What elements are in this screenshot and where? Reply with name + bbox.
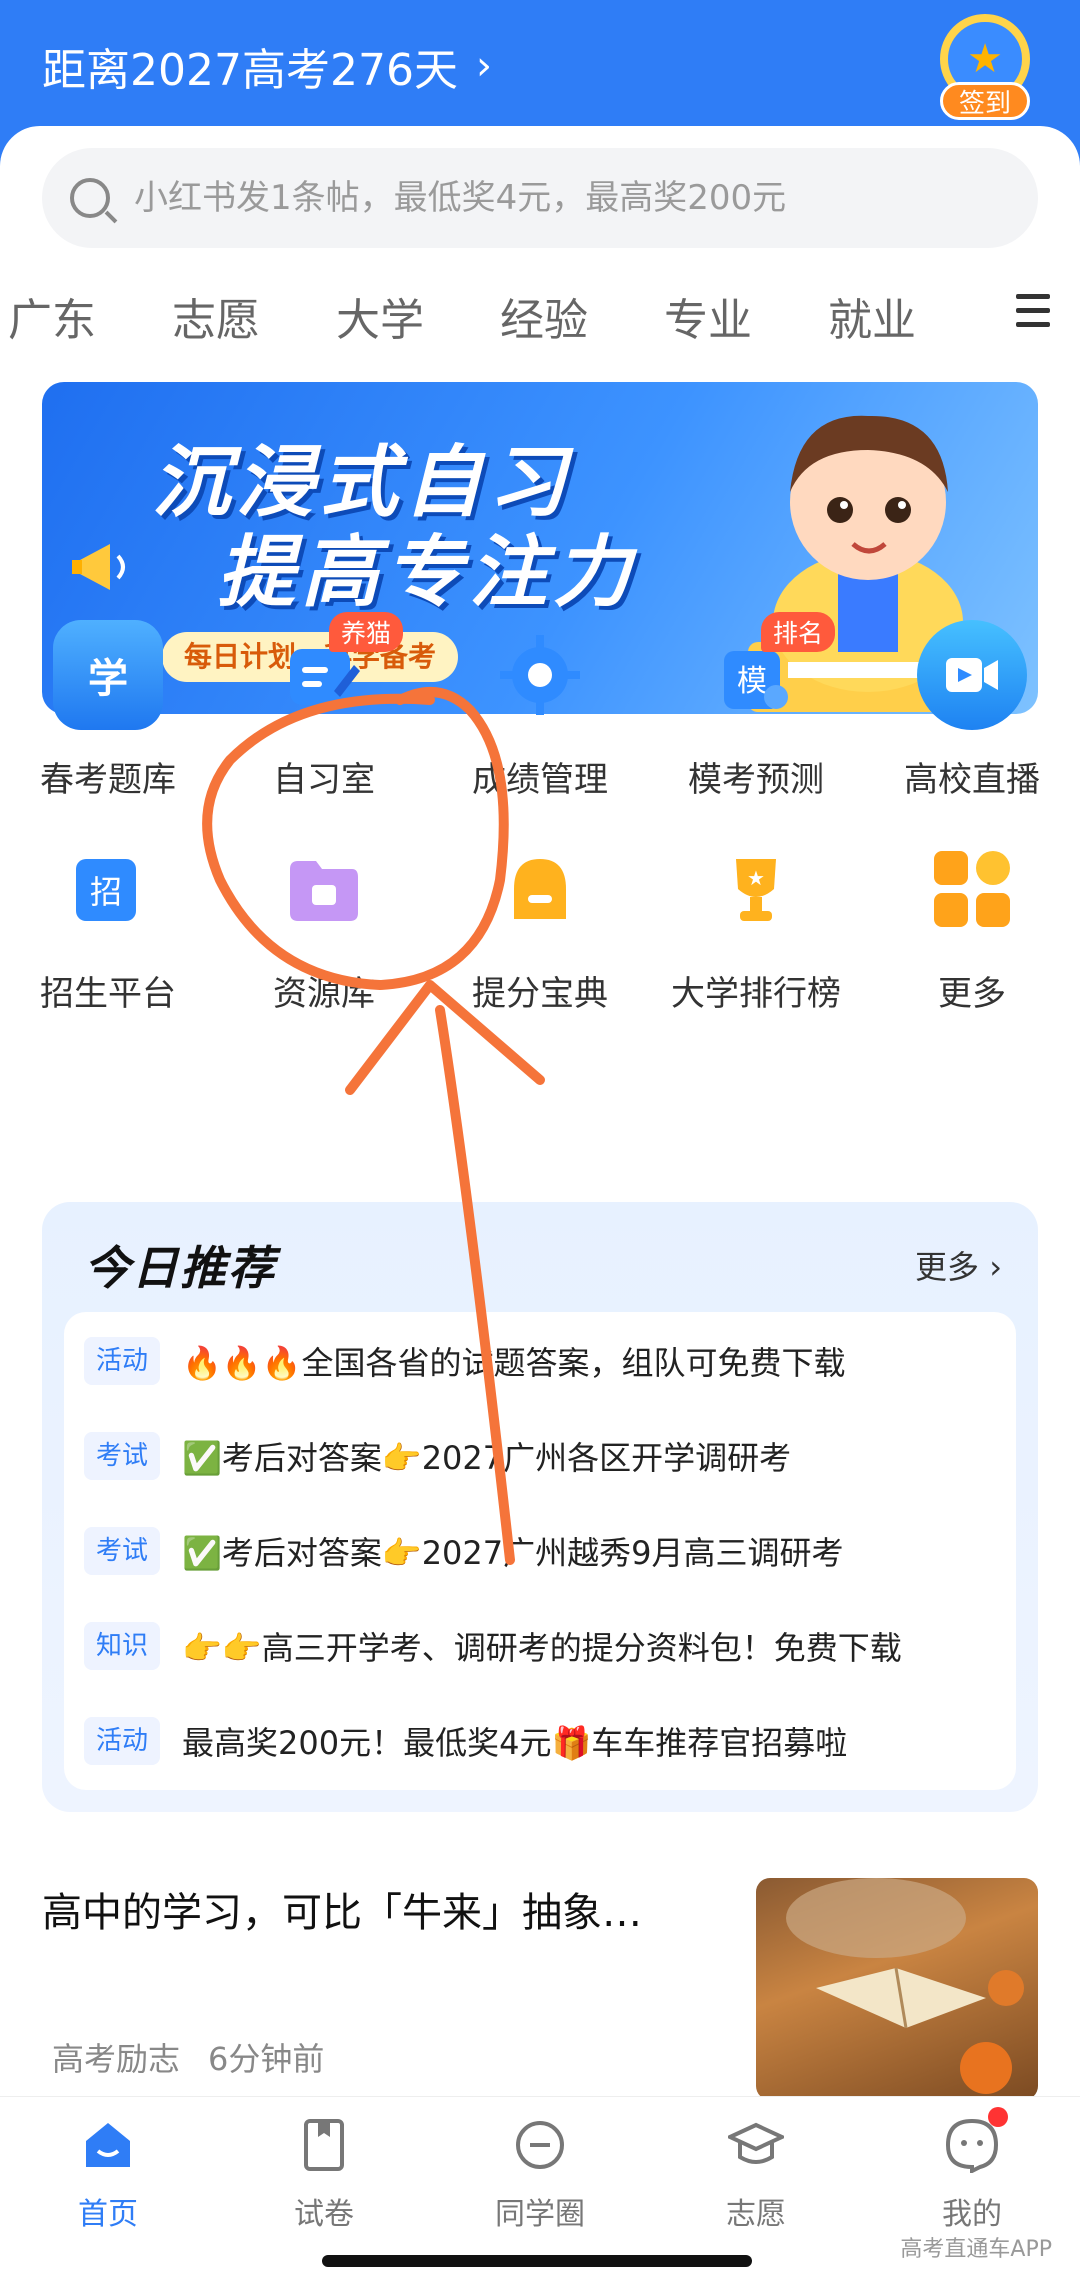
article-thumbnail [756,1878,1038,2100]
nav-label: 志愿 [726,2197,786,2232]
daily-recommendations: 今日推荐 更多 › 活动 🔥🔥🔥全国各省的试题答案，组队可免费下载 考试 ✅考后… [42,1202,1038,1812]
tag-label: 考试 [84,1527,160,1575]
item-text: 最高奖200元！最低奖4元🎁车车推荐官招募啦 [182,1724,848,1762]
resource-folder-icon [269,834,379,944]
item-text: 🔥🔥🔥全国各省的试题答案，组队可免费下载 [182,1344,846,1382]
mock-exam-icon: 模 排名 [701,612,836,730]
grid-label: 春考题库 [40,760,176,800]
question-bank-icon: 学 [53,620,163,730]
admissions-icon: 招 [53,834,163,944]
item-text: 👉👉高三开学考、调研考的提分资料包！免费下载 [182,1629,902,1667]
tab-zhiyuan[interactable]: 志愿 [172,284,260,348]
tab-jingyan[interactable]: 经验 [500,284,588,348]
backpack-icon [485,834,595,944]
grid-label: 成绩管理 [472,760,608,800]
grid-label: 模考预测 [688,760,824,800]
list-item[interactable]: 考试 ✅考后对答案👉2027广州各区开学调研考 [84,1421,1004,1491]
watermark: 高考直通车APP [900,2237,1052,2262]
grid-label: 提分宝典 [472,974,608,1014]
tag-label: 活动 [84,1717,160,1765]
list-item[interactable]: 活动 最高奖200元！最低奖4元🎁车车推荐官招募啦 [84,1706,1004,1776]
profile-icon [944,2107,1008,2175]
grid-label: 招生平台 [40,974,176,1014]
svg-text:模: 模 [737,664,767,699]
tab-jiuye[interactable]: 就业 [828,284,916,348]
menu-icon[interactable] [1016,294,1050,330]
recommendation-list: 活动 🔥🔥🔥全国各省的试题答案，组队可免费下载 考试 ✅考后对答案👉2027广州… [64,1312,1016,1790]
article-meta: 高考励志 6分钟前 [52,2034,324,2080]
tab-daxue[interactable]: 大学 [336,284,424,348]
nav-zhiyuan[interactable]: 志愿 [648,2117,864,2233]
nav-profile[interactable]: 我的 [864,2107,1080,2233]
grid-item-live-stream[interactable]: 高校直播 [864,620,1080,810]
category-tabs: 广东 志愿 大学 经验 专业 就业 [0,284,1080,364]
article-title: 高中的学习，可比「牛来」抽象… [42,1890,642,1936]
grid-label: 自习室 [273,760,375,800]
grid-item-mock-exam[interactable]: 模 排名 模考预测 [648,612,864,810]
badge-ranking: 排名 [761,612,836,652]
banner-title-line2: 提高专注力 [217,528,638,618]
search-input[interactable] [134,178,994,218]
tag-label: 考试 [84,1432,160,1480]
chevron-right-icon: › [475,43,492,89]
grid-item-more[interactable]: 更多 [864,834,1080,1024]
tag-label: 知识 [84,1622,160,1670]
notification-dot [988,2107,1008,2127]
countdown-text: 距离2027高考276天 [42,45,458,96]
grid-label: 大学排行榜 [671,974,841,1014]
search-icon [70,178,110,218]
grid-item-score-management[interactable]: 成绩管理 [432,620,648,810]
section-title: 今日推荐 [84,1241,276,1295]
graduation-cap-icon [725,2117,787,2173]
grid-item-question-bank[interactable]: 学 春考题库 [0,620,216,810]
grid-item-score-guide[interactable]: 提分宝典 [432,834,648,1024]
badge-cat: 养猫 [329,612,404,652]
trophy-icon: ★ [701,834,811,944]
list-item[interactable]: 考试 ✅考后对答案👉2027广州越秀9月高三调研考 [84,1516,1004,1586]
svg-text:★: ★ [747,866,765,890]
exam-paper-icon [296,2117,352,2173]
nav-label: 首页 [78,2197,138,2232]
home-indicator[interactable] [322,2255,752,2267]
search-bar[interactable] [42,148,1038,248]
checkin-label: 签到 [940,82,1030,120]
svg-text:招: 招 [90,873,122,911]
list-item[interactable]: 知识 👉👉高三开学考、调研考的提分资料包！免费下载 [84,1611,1004,1681]
megaphone-icon [72,544,125,590]
study-room-icon: 养猫 [269,612,404,730]
nav-home[interactable]: 首页 [0,2117,216,2233]
grid-label: 高校直播 [904,760,1040,800]
grid-item-study-room[interactable]: 养猫 自习室 [216,612,432,810]
checkin-button[interactable]: ★ 签到 [930,14,1040,122]
grid-label: 更多 [938,974,1006,1014]
nav-classmates[interactable]: 同学圈 [432,2117,648,2233]
tab-guangdong[interactable]: 广东 [8,284,96,348]
live-stream-icon [917,620,1027,730]
nav-exam[interactable]: 试卷 [216,2117,432,2233]
exam-countdown-link[interactable]: 距离2027高考276天 › [42,34,492,98]
more-grid-icon [917,834,1027,944]
article-time: 6分钟前 [208,2040,325,2078]
score-management-icon [485,620,595,730]
grid-item-admissions[interactable]: 招 招生平台 [0,834,216,1024]
grid-item-resources[interactable]: 资源库 [216,834,432,1024]
item-text: ✅考后对答案👉2027广州越秀9月高三调研考 [182,1534,844,1572]
classmates-icon [512,2117,568,2173]
home-icon [80,2117,136,2173]
chevron-right-icon: › [989,1248,1002,1286]
nav-label: 试卷 [294,2197,354,2232]
item-text: ✅考后对答案👉2027广州各区开学调研考 [182,1439,792,1477]
bottom-navigation: 首页 试卷 同学圈 志愿 我的 高考直通车APP [0,2096,1080,2280]
nav-label: 我的 [942,2197,1002,2232]
nav-label: 同学圈 [495,2197,585,2232]
list-item[interactable]: 活动 🔥🔥🔥全国各省的试题答案，组队可免费下载 [84,1326,1004,1396]
grid-label: 资源库 [273,974,375,1014]
article-category: 高考励志 [52,2040,181,2078]
tab-zhuanye[interactable]: 专业 [664,284,752,348]
grid-item-university-ranking[interactable]: ★ 大学排行榜 [648,834,864,1024]
tag-label: 活动 [84,1337,160,1385]
more-link[interactable]: 更多 › [915,1242,1002,1288]
main-content: 广东 志愿 大学 经验 专业 就业 沉浸式自习 提高专注力 每日计划，科学备考 [0,126,1080,2280]
more-label: 更多 [915,1248,980,1286]
